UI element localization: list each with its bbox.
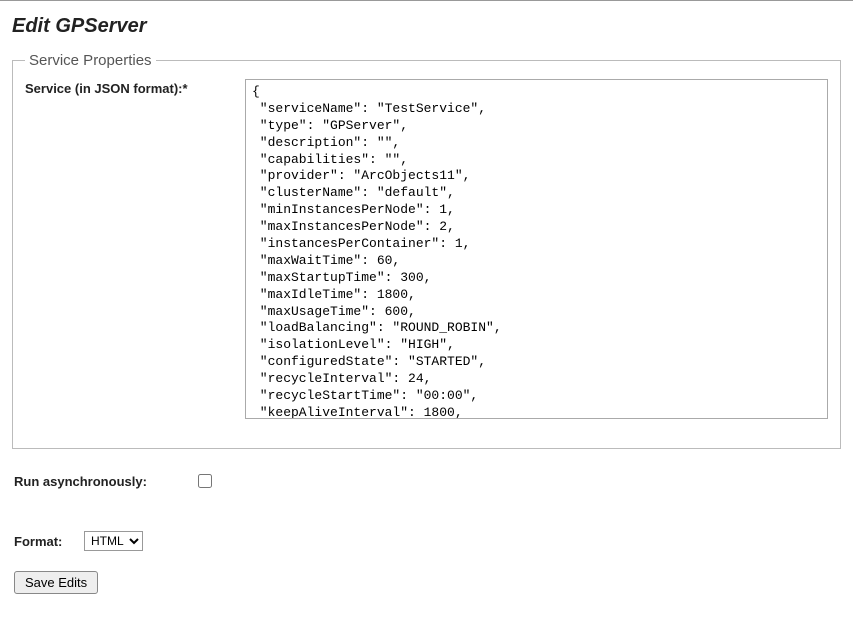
service-json-row: Service (in JSON format):*: [25, 79, 828, 422]
run-async-checkbox[interactable]: [198, 474, 212, 488]
service-json-label: Service (in JSON format):*: [25, 79, 245, 96]
textarea-wrap: [245, 79, 828, 422]
fieldset-legend: Service Properties: [25, 52, 156, 69]
service-json-input[interactable]: [245, 79, 828, 419]
run-async-label: Run asynchronously:: [14, 474, 194, 489]
format-select[interactable]: HTML: [84, 531, 143, 551]
format-row: Format: HTML: [14, 531, 839, 551]
service-properties-fieldset: Service Properties Service (in JSON form…: [12, 52, 841, 449]
format-label: Format:: [14, 534, 84, 549]
run-async-row: Run asynchronously:: [14, 471, 839, 491]
page-title: Edit GPServer: [12, 15, 841, 38]
save-edits-button[interactable]: Save Edits: [14, 571, 98, 594]
page-container: Edit GPServer Service Properties Service…: [0, 0, 853, 606]
after-fieldset: Run asynchronously: Format: HTML Save Ed…: [12, 467, 841, 598]
